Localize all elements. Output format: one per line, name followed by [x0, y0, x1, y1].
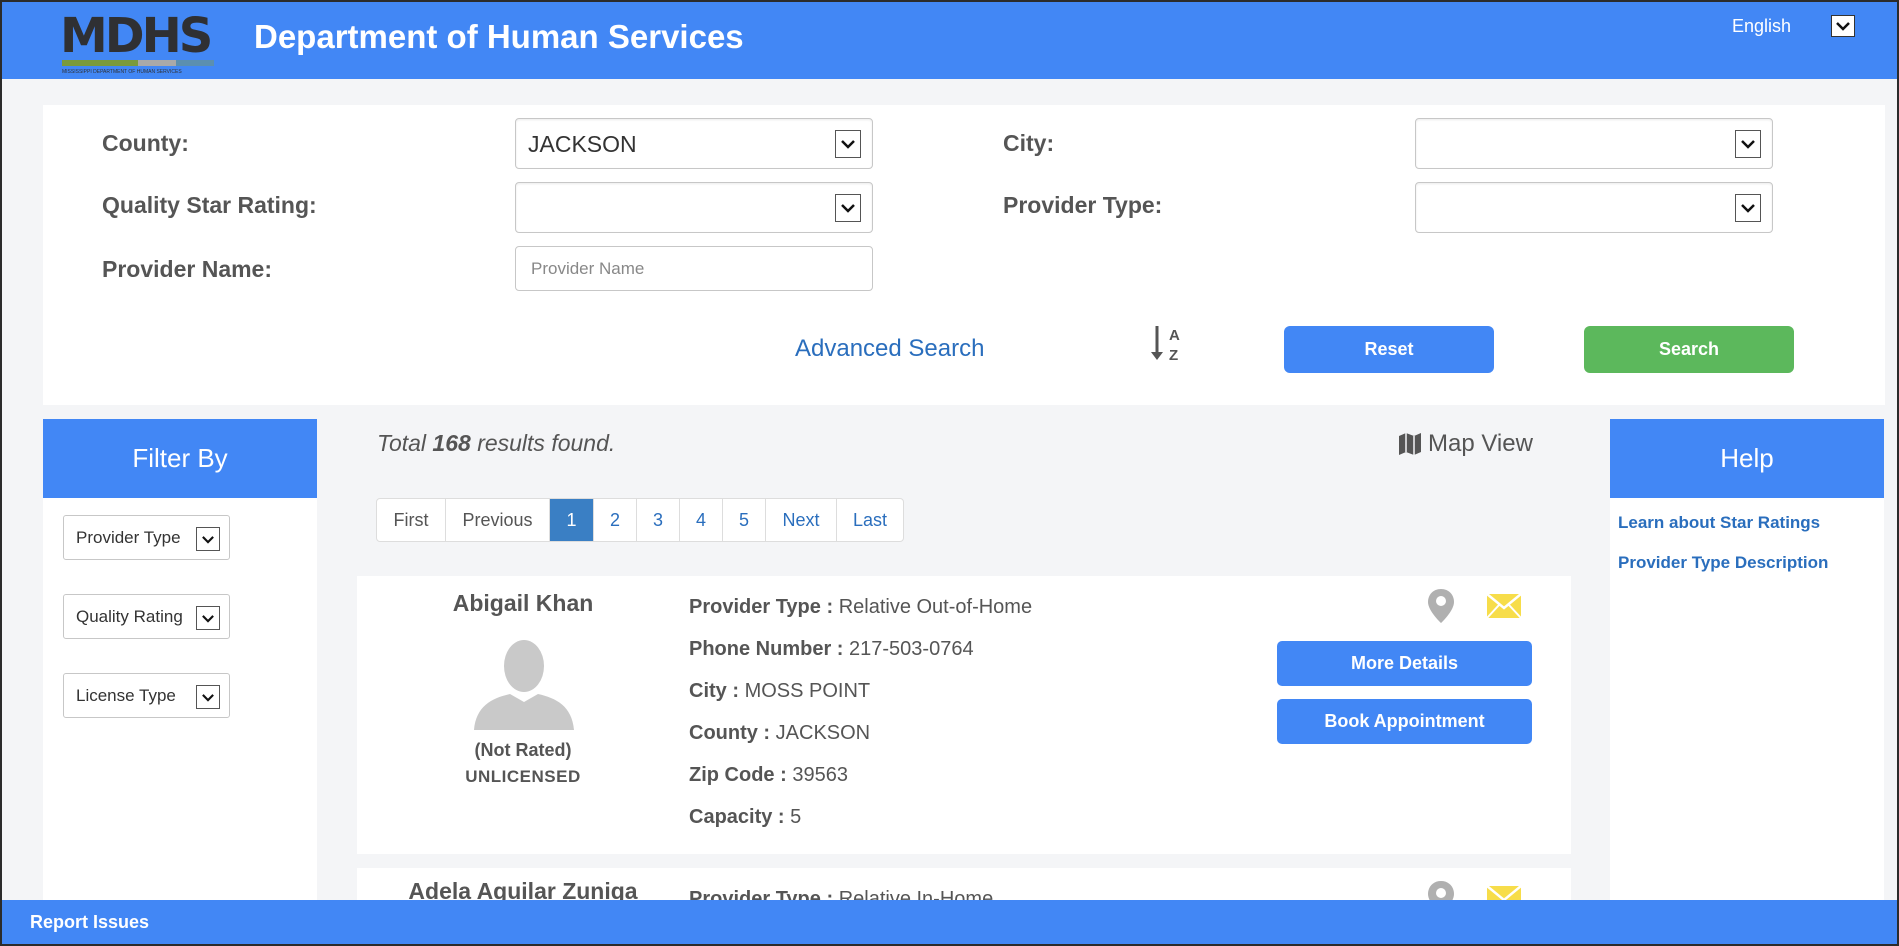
city-label: City: — [1003, 130, 1055, 156]
filter-dropdown-label: Provider Type — [76, 528, 181, 547]
page-last[interactable]: Last — [837, 499, 903, 541]
more-details-button[interactable]: More Details — [1277, 641, 1532, 686]
page-4[interactable]: 4 — [680, 499, 723, 541]
county-label: County: — [102, 130, 189, 156]
filter-quality-rating-dropdown[interactable]: Quality Rating — [63, 594, 230, 639]
provider-rating: (Not Rated) — [474, 740, 572, 760]
provider-info-row: Capacity : 5 — [689, 806, 801, 829]
help-heading: Help — [1610, 419, 1884, 498]
provider-name-label: Provider Name: — [102, 256, 273, 282]
provider-info-row: Zip Code : 39563 — [689, 764, 848, 787]
info-value: JACKSON — [775, 722, 871, 744]
map-view-link[interactable]: Map View — [1398, 430, 1533, 458]
quality-star-rating-label: Quality Star Rating: — [102, 192, 317, 218]
search-button[interactable]: Search — [1584, 326, 1794, 373]
reset-button[interactable]: Reset — [1284, 326, 1494, 373]
results-total-count: 168 — [432, 430, 471, 456]
provider-info-row: City : MOSS POINT — [689, 680, 870, 703]
results-total: Total 168 results found. — [377, 430, 615, 457]
quality-star-rating-select[interactable] — [515, 182, 873, 233]
mdhs-logo[interactable]: MDHS MISSISSIPPI DEPARTMENT OF HUMAN SER… — [60, 12, 218, 78]
county-select[interactable]: JACKSON — [515, 118, 873, 169]
language-dropdown-button[interactable] — [1831, 15, 1855, 37]
avatar-placeholder-icon — [474, 640, 574, 730]
info-value: 217-503-0764 — [849, 638, 974, 660]
filter-dropdown-label: License Type — [76, 686, 176, 705]
filter-sidebar: Filter By Provider Type Quality Rating L… — [43, 419, 317, 939]
info-value: 5 — [790, 806, 802, 828]
page-title: Department of Human Services — [254, 18, 744, 55]
info-value: 39563 — [792, 764, 848, 786]
info-label: County : — [689, 722, 771, 744]
provider-license-status: UNLICENSED — [465, 767, 581, 786]
provider-info-row: Provider Type : Relative Out-of-Home — [689, 596, 1032, 619]
chevron-down-icon[interactable] — [1735, 194, 1761, 222]
advanced-search-link[interactable]: Advanced Search — [795, 335, 984, 363]
chevron-down-icon[interactable] — [196, 685, 220, 709]
county-select-value: JACKSON — [528, 131, 637, 157]
svg-text:A: A — [1169, 327, 1180, 344]
page-previous[interactable]: Previous — [446, 499, 550, 541]
info-label: Provider Type : — [689, 596, 834, 618]
mail-icon[interactable] — [1486, 592, 1522, 620]
info-label: Capacity : — [689, 806, 785, 828]
chevron-down-icon[interactable] — [196, 606, 220, 630]
provider-name-input[interactable] — [515, 246, 873, 291]
language-label[interactable]: English — [1732, 16, 1791, 37]
book-appointment-button[interactable]: Book Appointment — [1277, 699, 1532, 744]
svg-text:Z: Z — [1169, 347, 1178, 364]
page-3[interactable]: 3 — [637, 499, 680, 541]
chevron-down-icon[interactable] — [1735, 130, 1761, 158]
filter-provider-type-dropdown[interactable]: Provider Type — [63, 515, 230, 560]
report-issues-link[interactable]: Report Issues — [30, 912, 149, 933]
location-pin-icon[interactable] — [1427, 588, 1455, 624]
provider-card: Abigail Khan (Not Rated) UNLICENSED Prov… — [357, 576, 1571, 854]
filter-by-heading: Filter By — [43, 419, 317, 498]
page-next[interactable]: Next — [766, 499, 837, 541]
info-label: Phone Number : — [689, 638, 844, 660]
sort-alpha-down-icon[interactable]: A Z — [1150, 324, 1186, 364]
logo-color-bars — [62, 60, 214, 66]
info-label: City : — [689, 680, 739, 702]
chevron-down-icon — [1836, 22, 1850, 31]
chevron-down-icon[interactable] — [196, 527, 220, 551]
filter-license-type-dropdown[interactable]: License Type — [63, 673, 230, 718]
page-5[interactable]: 5 — [723, 499, 766, 541]
header-bar: MDHS MISSISSIPPI DEPARTMENT OF HUMAN SER… — [2, 2, 1897, 79]
search-panel: County: JACKSON City: Quality Star Ratin… — [43, 105, 1885, 405]
filter-dropdown-label: Quality Rating — [76, 607, 183, 626]
page-frame: MDHS MISSISSIPPI DEPARTMENT OF HUMAN SER… — [0, 0, 1899, 946]
learn-star-ratings-link[interactable]: Learn about Star Ratings — [1618, 513, 1820, 533]
logo-subtext: MISSISSIPPI DEPARTMENT OF HUMAN SERVICES — [62, 69, 182, 75]
logo-text: MDHS — [60, 8, 213, 64]
results-total-prefix: Total — [377, 430, 427, 456]
provider-info-row: County : JACKSON — [689, 722, 870, 745]
provider-type-select[interactable] — [1415, 182, 1773, 233]
provider-info-row: Phone Number : 217-503-0764 — [689, 638, 974, 661]
results-total-suffix: results found. — [477, 430, 616, 456]
chevron-down-icon[interactable] — [835, 130, 861, 158]
page-1[interactable]: 1 — [550, 499, 594, 541]
provider-type-description-link[interactable]: Provider Type Description — [1618, 553, 1828, 573]
page-first[interactable]: First — [377, 499, 446, 541]
chevron-down-icon[interactable] — [835, 194, 861, 222]
pagination: First Previous 1 2 3 4 5 Next Last — [376, 498, 904, 542]
city-select[interactable] — [1415, 118, 1773, 169]
map-view-label: Map View — [1428, 430, 1533, 457]
provider-type-label: Provider Type: — [1003, 192, 1163, 218]
footer-bar: Report Issues — [2, 900, 1897, 944]
map-icon — [1399, 433, 1421, 455]
page-2[interactable]: 2 — [594, 499, 637, 541]
info-value: Relative Out-of-Home — [838, 596, 1033, 618]
info-label: Zip Code : — [689, 764, 787, 786]
provider-name[interactable]: Abigail Khan — [423, 590, 623, 617]
info-value: MOSS POINT — [744, 680, 871, 702]
help-sidebar: Help Learn about Star Ratings Provider T… — [1610, 419, 1884, 939]
